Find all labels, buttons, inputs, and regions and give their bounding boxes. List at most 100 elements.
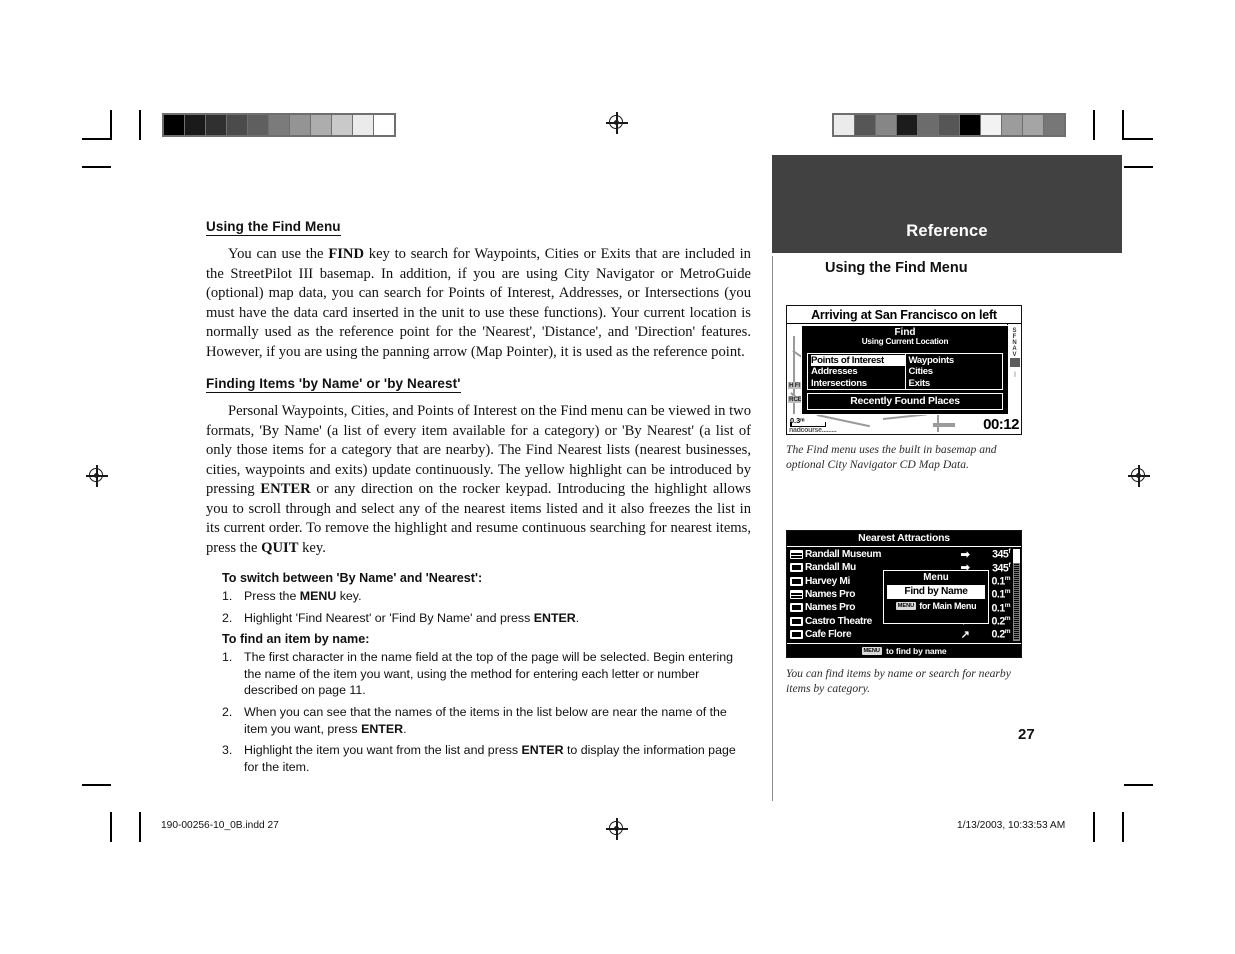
reference-label: Reference [906,222,988,240]
map-status-bar: 0.3ᵐ nadcourse......... ✥ 00:12 [787,413,1021,434]
find-dialog-subtitle: Using Current Location [861,337,949,346]
calibration-swatch [227,115,247,135]
building-icon [790,576,803,586]
menu-popup: Menu Find by Name MENU for Main Menu [883,570,989,624]
crop-mark-right-rule [1093,110,1095,140]
recently-found-places-button[interactable]: Recently Found Places [807,393,1003,410]
subhead-find-by-name: To find an item by name: [222,632,370,647]
heading-wrap-2: Finding Items 'by Name' or 'by Nearest' [206,375,751,397]
clock-value: 00:12 [983,416,1019,433]
map-status-dash [933,423,955,427]
direction-arrow-icon: ➡ [960,549,970,562]
crop-mark-tr-v [1122,110,1124,140]
calibration-swatch [290,115,310,135]
calibration-swatch [855,115,875,135]
museum-icon [790,550,803,560]
building-icon [790,603,803,613]
find-options-left-column: Points of Interest Addresses Intersections [808,354,906,389]
crop-mark-tl-v [110,110,112,140]
find-option-intersections[interactable]: Intersections [811,378,905,389]
list-item[interactable]: Randall Museum ➡ 345f [787,548,1012,561]
page-title: Using the Find Menu [206,219,341,236]
steps-list-switch: Press the MENU key. Highlight 'Find Neare… [206,588,751,626]
calibration-swatch [981,115,1001,135]
crop-mark-bl-v [110,812,112,842]
menu-item-find-by-name[interactable]: Find by Name [887,585,985,599]
calibration-swatch [834,115,854,135]
find-dialog: Find Using Current Location Points of In… [801,325,1009,415]
direction-arrow-icon: ↗ [960,628,970,641]
calibration-swatch [185,115,205,135]
page-number: 27 [1018,726,1035,743]
map-rail-box [1010,358,1020,367]
crop-mark-bl-rule [139,812,141,842]
crop-mark-left-rule [139,110,141,140]
building-icon [790,563,803,573]
find-option-exits[interactable]: Exits [909,378,1003,389]
calibration-swatch [206,115,226,135]
calibration-bar-right [832,113,1066,137]
calibration-swatch [1044,115,1064,135]
map-rail-text: SFNAV [1012,328,1017,358]
gps-screenshot-find-menu: H Fl RCE SFNAV ⦚ Arriving at San Francis… [786,305,1022,435]
gps-banner-arriving: Arriving at San Francisco on left [787,306,1021,324]
calibration-swatch [269,115,289,135]
list-item[interactable]: Cafe Flore ↗ 0.2m [787,628,1012,641]
find-option-waypoints[interactable]: Waypoints [909,355,1003,366]
map-rail-glyph: ⦚ [1014,372,1016,379]
calibration-swatch [897,115,917,135]
find-option-cities[interactable]: Cities [909,366,1003,377]
sidebar-divider [772,256,773,801]
footer-timestamp: 1/13/2003, 10:33:53 AM [957,820,1066,831]
calibration-swatch [332,115,352,135]
map-street-label-1: H Fl [788,382,801,389]
footer-hint-text: to find by name [885,645,947,656]
gps-screenshot-nearest-attractions: Nearest Attractions Randall Museum ➡ 345f R… [786,530,1022,658]
find-option-points-of-interest[interactable]: Points of Interest [811,355,905,367]
step-item: When you can see that the names of the i… [222,704,727,736]
crop-mark-tl-h [82,138,111,140]
nearest-attractions-footer: MENU to find by name [787,643,1021,657]
building-icon [790,616,803,626]
calibration-bar-left [162,113,396,137]
calibration-swatch [353,115,373,135]
crop-mark-bl-h [82,784,111,786]
step-item: The first character in the name field at… [222,649,734,698]
nearest-attractions-title: Nearest Attractions [787,531,1021,547]
find-options-right-column: Waypoints Cities Exits [906,354,1003,389]
registration-mark-top [606,112,628,134]
paragraph-1-text: You can use the FIND key to search for W… [206,246,751,360]
sidebar-heading: Using the Find Menu [825,260,968,276]
find-option-addresses[interactable]: Addresses [811,366,905,377]
subhead-switch: To switch between 'By Name' and 'Nearest… [222,571,483,585]
caption-nearest-attractions: You can find items by name or search for… [786,667,1011,695]
crop-mark-br-h [1124,784,1153,786]
main-text-column: Using the Find Menu You can use the FIND… [206,218,751,781]
calibration-swatch [248,115,268,135]
paragraph-2: Personal Waypoints, Cities, and Points o… [206,402,751,558]
list-item-distance: 0.2m [991,628,1010,641]
section-heading-2: Finding Items 'by Name' or 'by Nearest' [206,376,461,393]
calibration-swatch [918,115,938,135]
registration-mark-right [1128,465,1150,487]
calibration-swatch [1023,115,1043,135]
menu-popup-footer-text: for Main Menu [919,601,977,611]
calibration-swatch [876,115,896,135]
crop-mark-tr-h [1124,138,1153,140]
calibration-swatch [374,115,394,135]
calibration-swatch [960,115,980,135]
find-options-grid: Points of Interest Addresses Intersections… [807,353,1003,390]
building-icon [790,629,803,639]
map-bottom-street-label: nadcourse......... [789,427,837,434]
steps-list-find: The first character in the name field at… [206,649,751,775]
map-scale-label: 0.3ᵐ [790,416,805,425]
step-item: Highlight 'Find Nearest' or 'Find By Nam… [222,610,580,626]
crop-mark-br-v [1122,812,1124,842]
scrollbar-thumb[interactable] [1013,549,1020,563]
crop-mark-tl-h2 [82,166,111,168]
calibration-swatch [164,115,184,135]
paragraph-1: You can use the FIND key to search for W… [206,245,751,362]
calibration-swatch [939,115,959,135]
calibration-swatch [1002,115,1022,135]
menu-key-icon: MENU [895,602,917,610]
